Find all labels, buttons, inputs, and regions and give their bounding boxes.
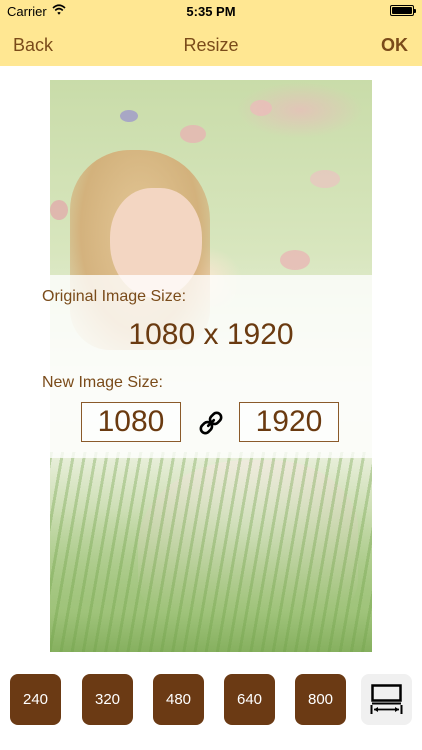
photo-detail: [280, 250, 310, 270]
link-icon[interactable]: [196, 408, 226, 438]
top-bar: Carrier 5:35 PM Back Resize OK: [0, 0, 422, 66]
fit-width-button[interactable]: [361, 674, 412, 725]
width-input[interactable]: 1080: [81, 402, 181, 442]
preset-toolbar: 240 320 480 640 800: [0, 663, 422, 750]
photo-detail: [310, 170, 340, 188]
page-title: Resize: [183, 35, 239, 55]
preset-800-button[interactable]: 800: [295, 674, 346, 725]
battery-icon: [390, 5, 416, 16]
photo-detail: [250, 100, 272, 116]
original-size-label: Original Image Size:: [42, 288, 187, 305]
new-size-label: New Image Size:: [42, 374, 163, 391]
height-input[interactable]: 1920: [239, 402, 339, 442]
ok-button[interactable]: OK: [381, 35, 408, 56]
photo-detail: [120, 110, 138, 122]
image-preview: [50, 80, 372, 652]
navigation-bar: Back Resize OK: [0, 22, 422, 66]
photo-detail: [50, 200, 68, 220]
preset-640-button[interactable]: 640: [224, 674, 275, 725]
preset-480-button[interactable]: 480: [153, 674, 204, 725]
preset-320-button[interactable]: 320: [82, 674, 133, 725]
fit-width-icon: [370, 684, 403, 714]
photo-detail: [180, 125, 206, 143]
original-size-value: 1080 x 1920: [128, 318, 294, 351]
preset-240-button[interactable]: 240: [10, 674, 61, 725]
photo-grass: [50, 452, 372, 652]
status-bar: Carrier 5:35 PM: [0, 0, 422, 22]
status-time: 5:35 PM: [186, 4, 236, 19]
